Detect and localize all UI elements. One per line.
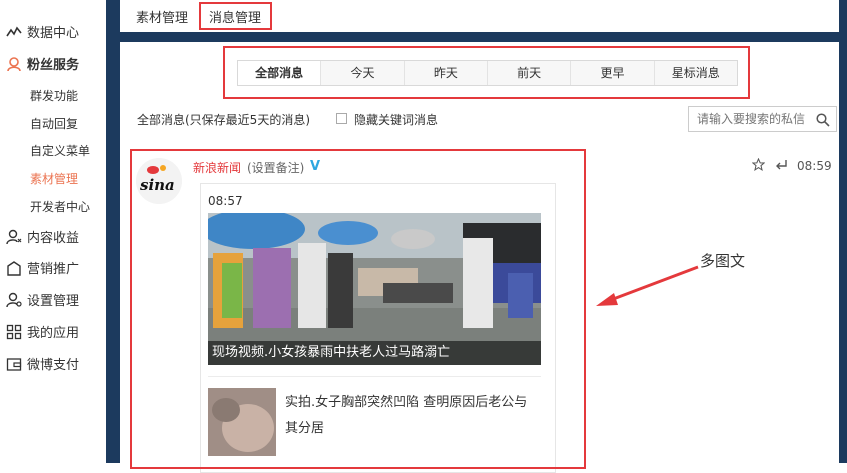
message-time: 08:59 bbox=[797, 159, 832, 173]
grid-icon bbox=[6, 324, 22, 340]
sidebar-subitem-auto-reply[interactable]: 自动回复 bbox=[30, 115, 78, 132]
tab-material[interactable]: 素材管理 bbox=[136, 7, 188, 26]
user-settings-icon bbox=[6, 292, 22, 308]
message-actions: 08:59 bbox=[751, 157, 832, 174]
sidebar-item-fans-service[interactable]: 粉丝服务 bbox=[6, 54, 79, 73]
search-box bbox=[688, 106, 837, 132]
sidebar-item-label: 营销推广 bbox=[27, 262, 80, 277]
annotation-label: 多图文 bbox=[700, 252, 746, 270]
wallet-icon bbox=[6, 356, 22, 372]
sidebar-item-label: 粉丝服务 bbox=[27, 58, 80, 73]
sidebar-subitem-developer[interactable]: 开发者中心 bbox=[30, 198, 90, 215]
sidebar-item-settings[interactable]: 设置管理 bbox=[6, 290, 79, 309]
highlight-box-message bbox=[130, 149, 586, 469]
sidebar-item-label: 我的应用 bbox=[27, 326, 80, 341]
hide-keywords-label: 隐藏关键词消息 bbox=[354, 113, 439, 127]
sidebar-item-my-apps[interactable]: 我的应用 bbox=[6, 322, 79, 341]
search-icon[interactable] bbox=[816, 112, 830, 127]
sidebar-item-label: 设置管理 bbox=[27, 294, 80, 309]
annotation-arrow-icon bbox=[596, 265, 699, 306]
sidebar-item-label: 内容收益 bbox=[27, 231, 80, 246]
star-icon[interactable] bbox=[751, 157, 766, 174]
sidebar-item-content-income[interactable]: 内容收益 bbox=[6, 227, 79, 246]
frame-right bbox=[839, 0, 847, 463]
frame-top bbox=[106, 32, 847, 42]
sidebar: 数据中心 粉丝服务 群发功能 自动回复 自定义菜单 素材管理 开发者中心 内容收… bbox=[0, 0, 106, 463]
sidebar-item-marketing[interactable]: 营销推广 bbox=[6, 258, 79, 277]
sidebar-subitem-custom-menu[interactable]: 自定义菜单 bbox=[30, 142, 90, 159]
fans-icon bbox=[6, 56, 22, 72]
highlight-box-filters bbox=[223, 46, 750, 99]
sidebar-item-data-center[interactable]: 数据中心 bbox=[6, 22, 79, 41]
user-income-icon bbox=[6, 229, 22, 245]
sidebar-item-weibo-pay[interactable]: 微博支付 bbox=[6, 354, 79, 373]
reply-icon[interactable] bbox=[774, 159, 788, 174]
sidebar-subitem-material[interactable]: 素材管理 bbox=[30, 170, 78, 187]
highlight-box-tab bbox=[199, 2, 272, 30]
shop-icon bbox=[6, 260, 22, 276]
message-summary: 全部消息(只保存最近5天的消息) bbox=[137, 113, 310, 127]
hide-keywords-checkbox[interactable] bbox=[336, 113, 347, 124]
sidebar-item-label: 微博支付 bbox=[27, 358, 80, 373]
sidebar-item-label: 数据中心 bbox=[27, 26, 80, 41]
frame-left bbox=[106, 0, 120, 463]
search-input[interactable] bbox=[697, 111, 815, 127]
sidebar-subitem-mass-send[interactable]: 群发功能 bbox=[30, 87, 78, 104]
trend-icon bbox=[6, 24, 22, 40]
